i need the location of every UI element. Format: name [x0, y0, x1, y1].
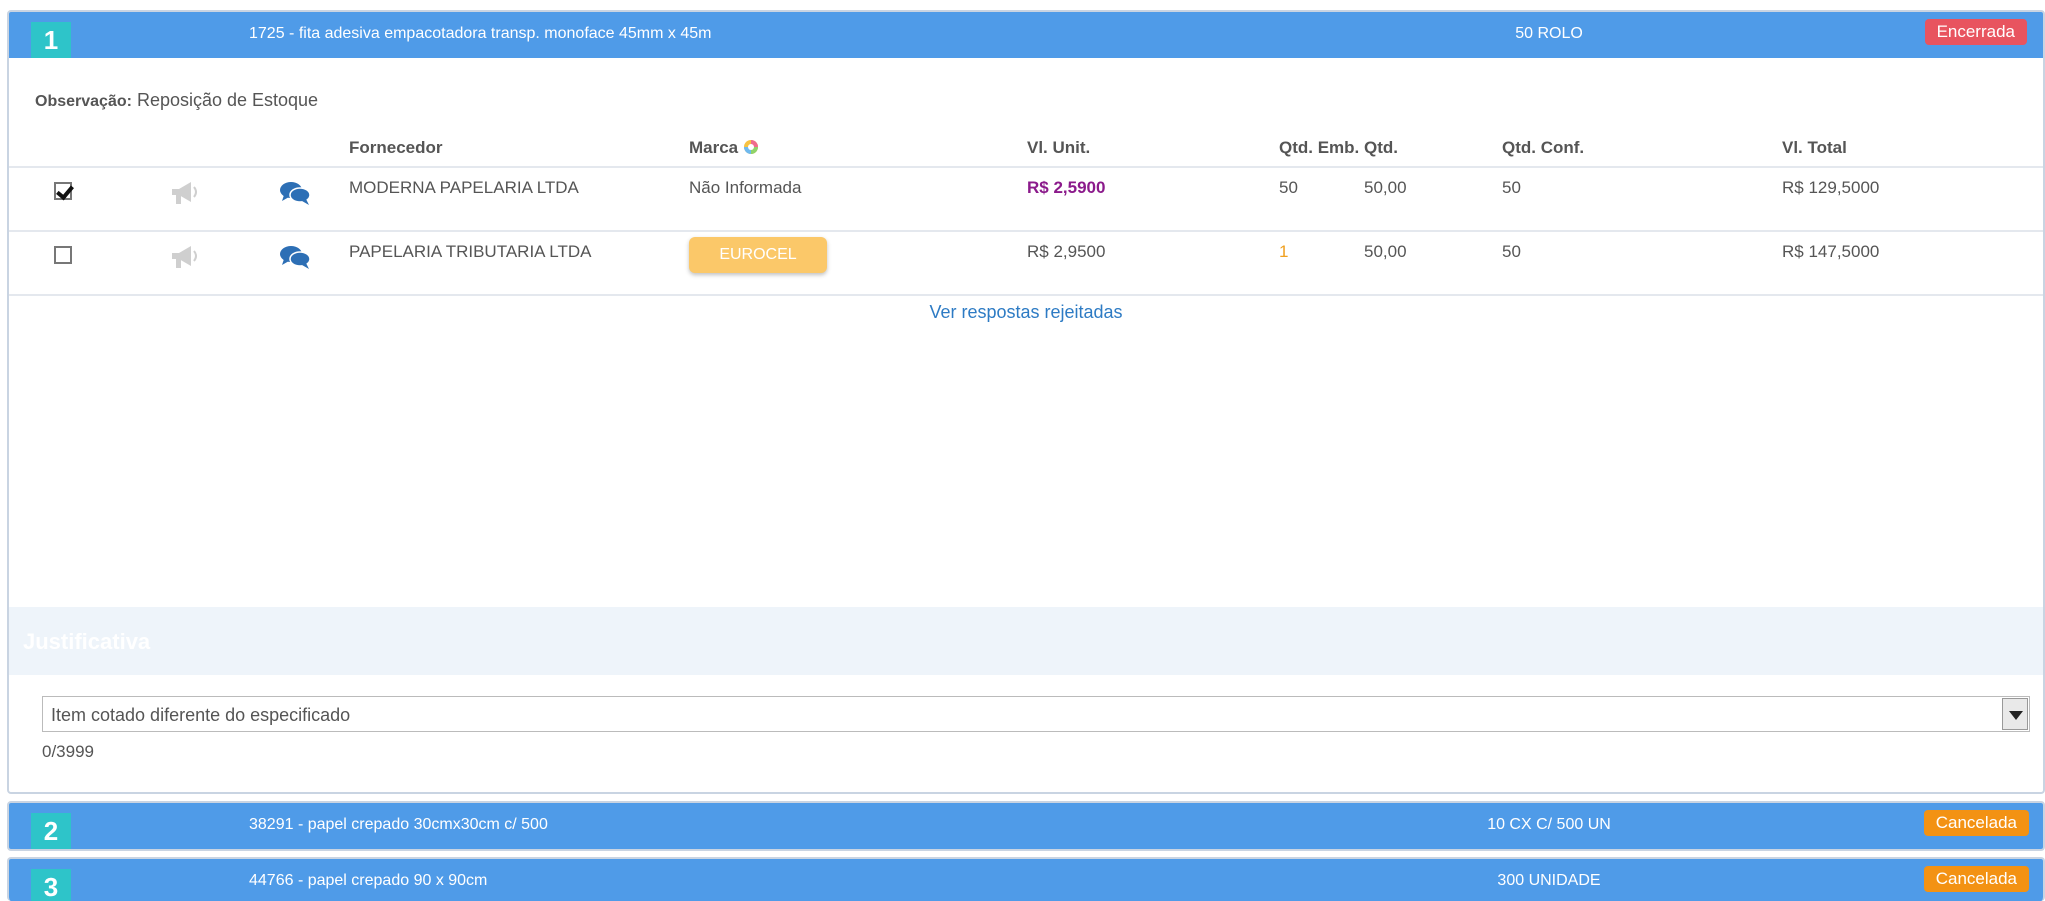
col-marca-label: Marca — [689, 138, 739, 157]
cell-qtd-conf: 50 — [1502, 242, 1521, 261]
col-qtd-emb: Qtd. Emb. — [1279, 138, 1360, 157]
cell-vl-unit: R$ 2,9500 — [1027, 242, 1106, 261]
cell-qtd: 50,00 — [1364, 242, 1407, 261]
select-checkbox[interactable] — [54, 182, 72, 200]
col-qtd: Qtd. — [1364, 138, 1398, 157]
cell-qtd-emb: 1 — [1279, 242, 1289, 261]
megaphone-icon[interactable] — [169, 180, 199, 206]
item-header-1[interactable]: 1 1725 - fita adesiva empacotadora trans… — [9, 12, 2043, 58]
item-number: 2 — [31, 813, 71, 849]
item-quantity: 10 CX C/ 500 UN — [1487, 816, 1611, 833]
table-row: PAPELARIA TRIBUTARIA LTDA EUROCEL R$ 2,9… — [9, 232, 2043, 296]
item-quantity: 50 ROLO — [1515, 25, 1583, 42]
observation: Observação: Reposição de Estoque — [35, 90, 318, 111]
cell-fornecedor: MODERNA PAPELARIA LTDA — [349, 178, 579, 197]
cell-vl-total: R$ 129,5000 — [1782, 178, 1880, 197]
item-number: 3 — [31, 869, 71, 901]
cell-vl-total: R$ 147,5000 — [1782, 242, 1880, 261]
observation-label: Observação: — [35, 93, 132, 110]
col-fornecedor: Fornecedor — [349, 138, 443, 157]
status-badge: Cancelada — [1923, 866, 2029, 892]
rejected-responses-link[interactable]: Ver respostas rejeitadas — [9, 302, 2043, 323]
dropdown-arrow-icon[interactable] — [2002, 698, 2028, 730]
item-header-2[interactable]: 2 38291 - papel crepado 30cmx30cm c/ 500… — [9, 803, 2043, 849]
justificativa-select[interactable]: Item cotado diferente do especificado — [42, 696, 2030, 732]
item-title: 1725 - fita adesiva empacotadora transp.… — [249, 25, 712, 42]
chat-bubbles-icon[interactable] — [279, 180, 311, 206]
cell-qtd-conf: 50 — [1502, 178, 1521, 197]
megaphone-icon[interactable] — [169, 244, 199, 270]
item-number: 1 — [31, 22, 71, 58]
item-quantity: 300 UNIDADE — [1497, 872, 1601, 889]
col-qtd-conf: Qtd. Conf. — [1502, 138, 1585, 157]
status-badge: Cancelada — [1923, 810, 2029, 836]
col-vl-unit: Vl. Unit. — [1027, 138, 1091, 157]
cell-vl-unit: R$ 2,5900 — [1027, 178, 1106, 197]
brand-button[interactable]: EUROCEL — [689, 237, 827, 273]
chat-bubbles-icon[interactable] — [279, 244, 311, 270]
item-header-3[interactable]: 3 44766 - papel crepado 90 x 90cm 300 UN… — [9, 859, 2043, 901]
justificativa-selected-value: Item cotado diferente do especificado — [51, 705, 351, 725]
col-marca: Marca — [689, 138, 759, 158]
item-title: 44766 - papel crepado 90 x 90cm — [249, 872, 488, 889]
cell-marca: Não Informada — [689, 178, 802, 197]
cell-qtd-emb: 50 — [1279, 178, 1298, 197]
justificativa-section: Justificativa — [9, 607, 2043, 675]
cell-qtd: 50,00 — [1364, 178, 1407, 197]
select-checkbox[interactable] — [54, 246, 72, 264]
col-vl-total: Vl. Total — [1782, 138, 1847, 157]
cell-fornecedor: PAPELARIA TRIBUTARIA LTDA — [349, 242, 592, 261]
observation-text: Reposição de Estoque — [131, 90, 319, 110]
item-title: 38291 - papel crepado 30cmx30cm c/ 500 — [249, 816, 548, 833]
responses-table: Fornecedor Marca Vl. Unit. Qtd. Emb. Qtd… — [9, 128, 2043, 296]
color-wheel-icon — [743, 140, 758, 154]
item-panel-1: 1 1725 - fita adesiva empacotadora trans… — [7, 10, 2045, 794]
status-badge: Encerrada — [1924, 19, 2027, 45]
item-panel-3: 3 44766 - papel crepado 90 x 90cm 300 UN… — [7, 857, 2045, 901]
char-counter: 0/3999 — [42, 742, 94, 761]
table-header: Fornecedor Marca Vl. Unit. Qtd. Emb. Qtd… — [9, 128, 2043, 168]
table-row: MODERNA PAPELARIA LTDA Não Informada R$ … — [9, 168, 2043, 232]
justificativa-title: Justificativa — [23, 629, 151, 654]
item-panel-2: 2 38291 - papel crepado 30cmx30cm c/ 500… — [7, 801, 2045, 851]
